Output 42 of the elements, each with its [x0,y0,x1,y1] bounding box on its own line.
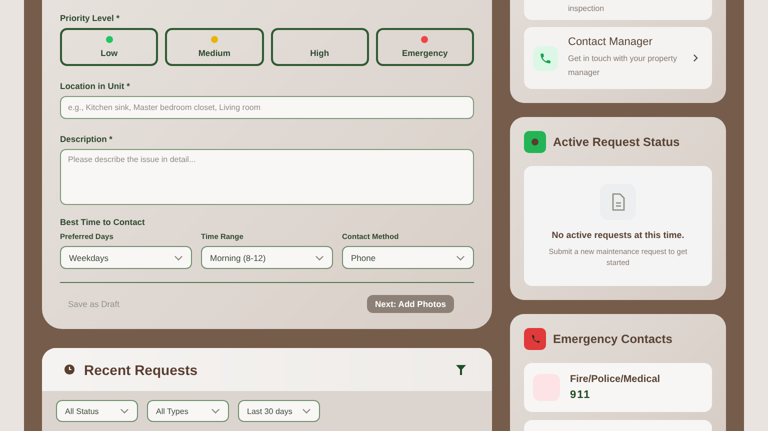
phone-icon [524,328,546,350]
action-description: inspection [568,3,606,15]
filter-dropdown[interactable]: All Status [56,400,138,422]
status-icon [524,131,546,153]
next-button[interactable]: Next: Add Photos [367,295,454,313]
filter-icon[interactable] [456,364,466,374]
dropdown[interactable]: Phone [342,246,474,269]
section-title: Recent Requests [84,362,199,378]
chevron-down-icon [456,254,465,260]
contact-item[interactable]: Fire/Police/Medical 911 [524,363,712,412]
document-icon [600,184,636,220]
section-label: Best Time to Contact [60,217,146,227]
priority-option[interactable]: Low [60,28,158,66]
field-label: Priority Level * [60,13,121,23]
chevron-right-icon [693,54,698,62]
field-label: Location in Unit * [60,81,131,91]
contact-number: 911 [570,389,592,401]
location-field[interactable]: e.g., Kitchen sink, Master bedroom closet, Living room [60,96,474,119]
action-description: Get in touch with your property manager [568,53,678,79]
dropdown[interactable]: Weekdays [60,246,192,269]
field-label: Description * [60,134,114,144]
chevron-down-icon [315,254,324,260]
filter-dropdown[interactable]: Last 30 days [238,400,320,422]
description-field[interactable]: Please describe the issue in detail... [60,149,474,205]
priority-option[interactable]: Medium [165,28,264,66]
action-item[interactable]: inspection [524,0,712,20]
chevron-down-icon [211,408,220,414]
action-title: Contact Manager [568,36,654,48]
chevron-down-icon [302,408,311,414]
priority-option[interactable]: Emergency [376,28,474,66]
empty-message: No active requests at this time. [552,230,684,240]
priority-option[interactable]: High [270,28,369,66]
contact-name: Fire/Police/Medical [570,374,660,385]
section-title: Active Request Status [553,135,680,149]
chevron-down-icon [174,254,183,260]
action-item[interactable]: Contact Manager Get in touch with your property manager [524,27,712,89]
section-title: Emergency Contacts [553,332,672,346]
clock-icon [64,364,75,375]
dropdown[interactable]: Morning (8-12) [201,246,333,269]
filter-dropdown[interactable]: All Types [147,400,229,422]
phone-icon [533,46,558,70]
chevron-down-icon [120,408,129,414]
